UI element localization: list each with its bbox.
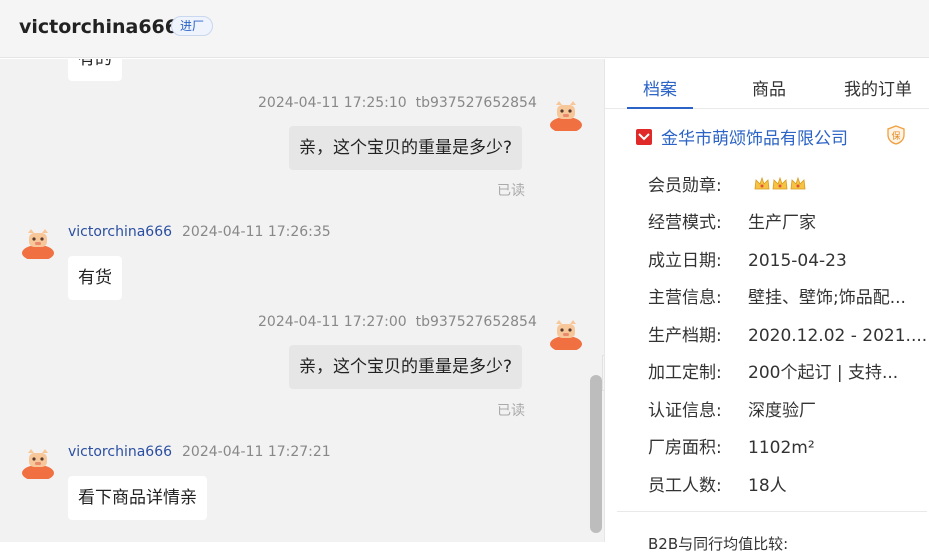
- info-label: 加工定制:: [648, 363, 722, 383]
- tab-products[interactable]: 商品: [752, 75, 786, 100]
- store-flag-icon: [636, 128, 652, 145]
- info-label: 成立日期:: [648, 251, 722, 271]
- info-value: 18人: [748, 476, 787, 496]
- message-time: 2024-04-11 17:25:10: [258, 95, 407, 111]
- chat-header: victorchina666 进厂: [0, 0, 929, 58]
- message-meta: 2024-04-11 17:25:10 tb937527652854: [258, 95, 537, 111]
- seller-avatar-icon[interactable]: [20, 443, 56, 479]
- chat-scrollbar-thumb[interactable]: [590, 375, 602, 533]
- info-row-founded: 成立日期: 2015-04-23: [648, 246, 847, 271]
- active-tab-indicator: [627, 107, 693, 109]
- info-label: 生产档期:: [648, 326, 722, 346]
- tab-my-orders[interactable]: 我的订单: [844, 75, 912, 100]
- medal-crown-icons[interactable]: [753, 175, 807, 198]
- message-time: 2024-04-11 17:26:35: [182, 224, 331, 240]
- buyer-avatar-icon: [550, 101, 582, 131]
- seller-avatar-icon[interactable]: [20, 223, 56, 259]
- guarantee-shield-icon[interactable]: 保: [886, 125, 906, 145]
- industry-comparison-heading: B2B与同行均值比较:: [648, 535, 789, 553]
- contact-name[interactable]: victorchina666: [19, 16, 178, 38]
- message-meta: 2024-04-11 17:27:00 tb937527652854: [258, 314, 537, 330]
- message-time: 2024-04-11 17:27:00: [258, 314, 407, 330]
- message-bubble: 有货: [68, 256, 122, 300]
- info-row-employees: 员工人数: 18人: [648, 471, 787, 496]
- message-nick[interactable]: victorchina666: [68, 444, 172, 460]
- info-row-business-mode: 经营模式: 生产厂家: [648, 208, 816, 233]
- buyer-avatar-icon: [550, 320, 582, 350]
- company-name[interactable]: 金华市萌颂饰品有限公司: [661, 124, 848, 149]
- profile-panel: 档案 商品 我的订单 金华市萌颂饰品有限公司 保 会员勋章: 经营模式: 生产厂…: [604, 59, 929, 553]
- svg-text:保: 保: [891, 130, 900, 142]
- message-sender: tb937527652854: [415, 95, 537, 111]
- info-row-certification: 认证信息: 深度验厂: [648, 396, 816, 421]
- panel-tabs: 档案 商品 我的订单: [605, 59, 929, 109]
- info-value: 1102m²: [748, 438, 815, 458]
- info-label: 主营信息:: [648, 288, 722, 308]
- chat-message-list[interactable]: 有的 2024-04-11 17:25:10 tb937527652854 亲，…: [0, 59, 604, 542]
- info-value: 2015-04-23: [748, 251, 847, 271]
- message-time: 2024-04-11 17:27:21: [182, 444, 331, 460]
- panel-divider: [617, 511, 927, 512]
- message-meta: victorchina666 2024-04-11 17:27:21: [68, 444, 331, 460]
- message-sender: tb937527652854: [415, 314, 537, 330]
- info-row-main-business[interactable]: 主营信息: 壁挂、壁饰;饰品配...: [648, 283, 906, 308]
- info-label: 认证信息:: [648, 401, 722, 421]
- message-nick[interactable]: victorchina666: [68, 224, 172, 240]
- info-value: 深度验厂: [748, 401, 816, 421]
- info-value: 2020.12.02 - 2021....: [748, 326, 928, 346]
- company-link[interactable]: 金华市萌颂饰品有限公司: [635, 124, 848, 149]
- message-bubble: 亲，这个宝贝的重量是多少?: [289, 126, 523, 170]
- info-value: 200个起订 | 支持...: [748, 363, 899, 383]
- info-label: 经营模式:: [648, 213, 722, 233]
- message-bubble: 看下商品详情亲: [68, 476, 207, 520]
- info-row-factory-area: 厂房面积: 1102m²: [648, 433, 815, 458]
- info-row-customization[interactable]: 加工定制: 200个起订 | 支持...: [648, 358, 898, 383]
- read-status: 已读: [497, 183, 525, 199]
- message-bubble: 亲，这个宝贝的重量是多少?: [289, 345, 523, 389]
- tab-profile[interactable]: 档案: [643, 75, 677, 100]
- info-value: 生产厂家: [748, 213, 816, 233]
- factory-badge[interactable]: 进厂: [171, 16, 214, 36]
- info-row-medal: 会员勋章:: [648, 171, 807, 198]
- info-value: 壁挂、壁饰;饰品配...: [748, 288, 906, 308]
- read-status: 已读: [497, 403, 525, 419]
- info-label: 员工人数:: [648, 476, 722, 496]
- message-meta: victorchina666 2024-04-11 17:26:35: [68, 224, 331, 240]
- info-row-schedule[interactable]: 生产档期: 2020.12.02 - 2021....: [648, 321, 927, 346]
- info-label: 会员勋章:: [648, 176, 722, 196]
- message-bubble: 有的: [68, 59, 122, 81]
- info-label: 厂房面积:: [648, 438, 722, 458]
